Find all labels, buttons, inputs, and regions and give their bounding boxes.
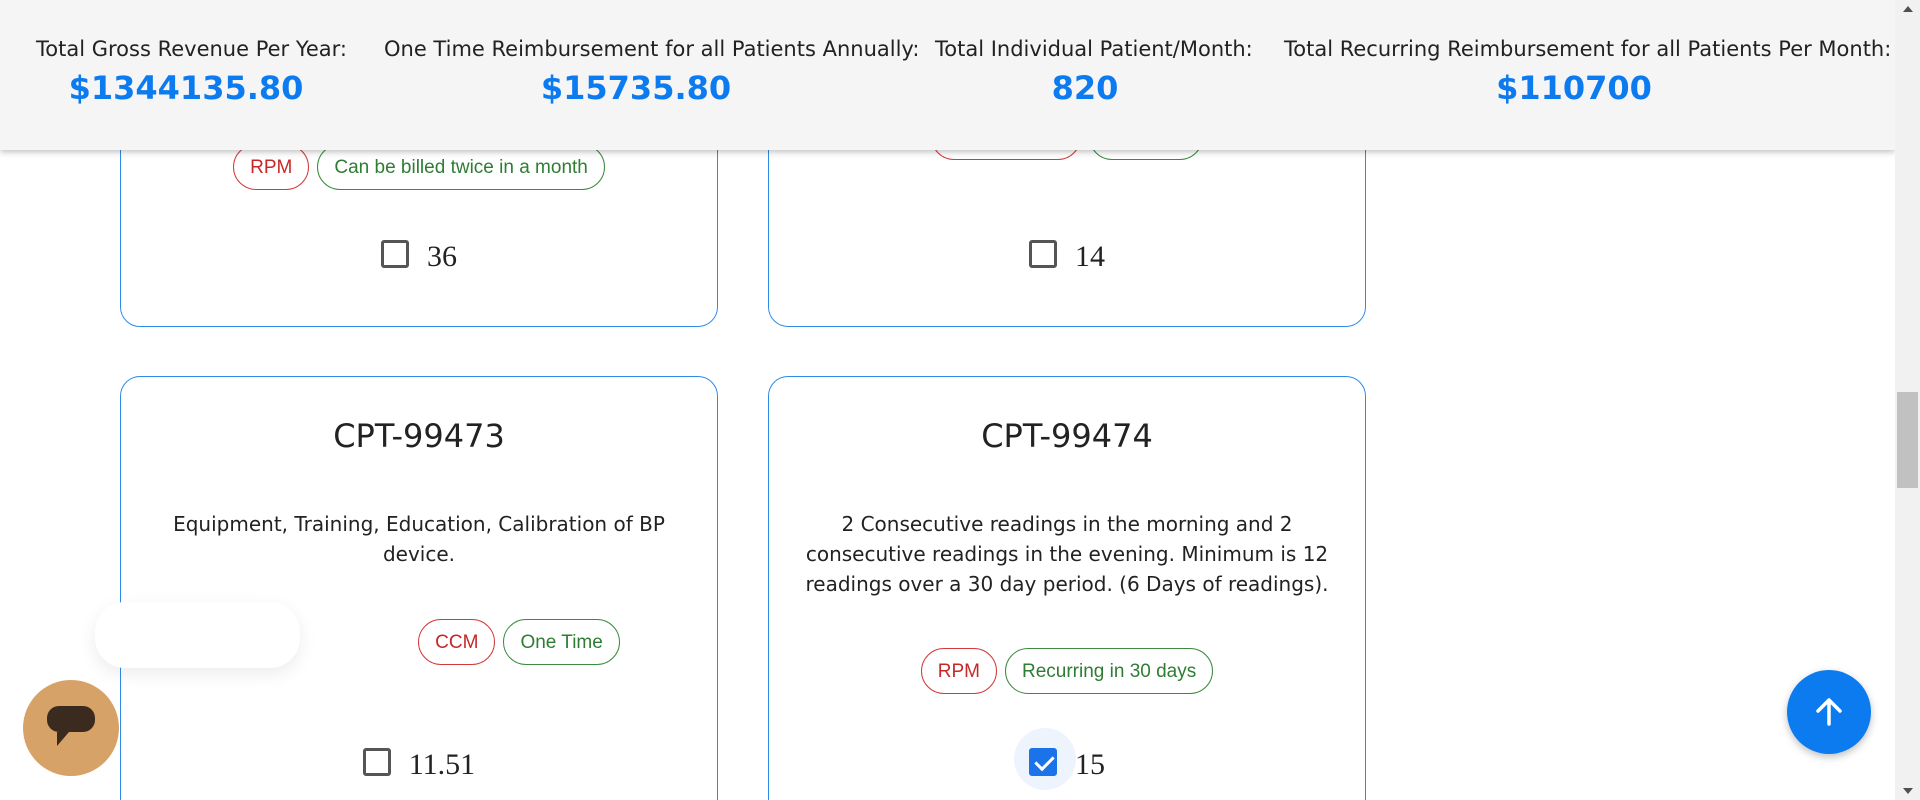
card-description: Equipment, Training, Education, Calibrat… (173, 512, 665, 566)
card-checkbox[interactable] (1029, 240, 1057, 269)
summary-gross-revenue: Total Gross Revenue Per Year: $1344135.8… (36, 37, 348, 107)
summary-value: $1344135.80 (68, 69, 304, 107)
tag-program: RPM (920, 648, 997, 694)
tag-billing: One Time (503, 619, 620, 665)
cpt-card-99473: CPT-99473 Equipment, Training, Education… (120, 376, 718, 800)
tag-program: RPM (233, 144, 310, 190)
card-description: 2 Consecutive readings in the morning an… (805, 512, 1329, 596)
card-tags: RPM Can be billed twice in a month (121, 144, 717, 190)
card-value: 11.51 (408, 748, 476, 782)
page: Total Gross Revenue Per Year: $1344135.8… (0, 0, 1920, 800)
summary-label: Total Individual Patient/Month: (935, 37, 1253, 61)
summary-value: 820 (1051, 69, 1119, 107)
tag-program: CCM (418, 619, 496, 665)
scroll-up-arrow-icon[interactable] (1903, 6, 1913, 12)
tag-billing: Can be billed twice in a month (317, 144, 605, 190)
summary-value: $15735.80 (540, 69, 732, 107)
cpt-card-99474: CPT-99474 2 Consecutive readings in the … (768, 376, 1366, 800)
summary-value: $110700 (1496, 69, 1652, 107)
scroll-down-arrow-icon[interactable] (1903, 788, 1913, 794)
summary-one-time-reimbursement: One Time Reimbursement for all Patients … (384, 37, 920, 107)
card-title: CPT-99474 (981, 417, 1153, 455)
card-select-row: 36 (121, 238, 717, 274)
arrow-up-icon (1816, 698, 1842, 726)
card-checkbox-checked[interactable] (1029, 748, 1057, 777)
card-title: CPT-99473 (333, 417, 505, 455)
summary-header: Total Gross Revenue Per Year: $1344135.8… (0, 0, 1895, 150)
card-value: 14 (1075, 240, 1105, 274)
summary-label: Total Recurring Reimbursement for all Pa… (1284, 37, 1892, 61)
card-value: 15 (1075, 748, 1105, 782)
chat-launcher-button[interactable] (23, 680, 119, 776)
summary-label: Total Gross Revenue Per Year: (36, 37, 348, 61)
card-checkbox[interactable] (381, 240, 409, 269)
chat-bubble-icon (47, 706, 95, 746)
card-select-row: 14 (769, 238, 1365, 274)
summary-label: One Time Reimbursement for all Patients … (384, 37, 920, 61)
card-value: 36 (427, 240, 457, 274)
checkbox-focus-ring (1014, 728, 1076, 790)
vertical-scrollbar[interactable] (1895, 0, 1920, 800)
card-checkbox[interactable] (362, 748, 391, 777)
scrollbar-thumb[interactable] (1897, 392, 1918, 488)
summary-patients-per-month: Total Individual Patient/Month: 820 (935, 37, 1253, 107)
card-tags: RPM Recurring in 30 days (769, 648, 1365, 694)
summary-recurring-reimbursement: Total Recurring Reimbursement for all Pa… (1284, 37, 1892, 107)
card-select-row: 11.51 (121, 746, 717, 782)
tag-billing: Recurring in 30 days (1004, 648, 1214, 694)
card-select-row: 15 (769, 728, 1365, 790)
scroll-to-top-button[interactable] (1787, 670, 1871, 754)
chat-greeting-bubble[interactable] (95, 602, 300, 668)
